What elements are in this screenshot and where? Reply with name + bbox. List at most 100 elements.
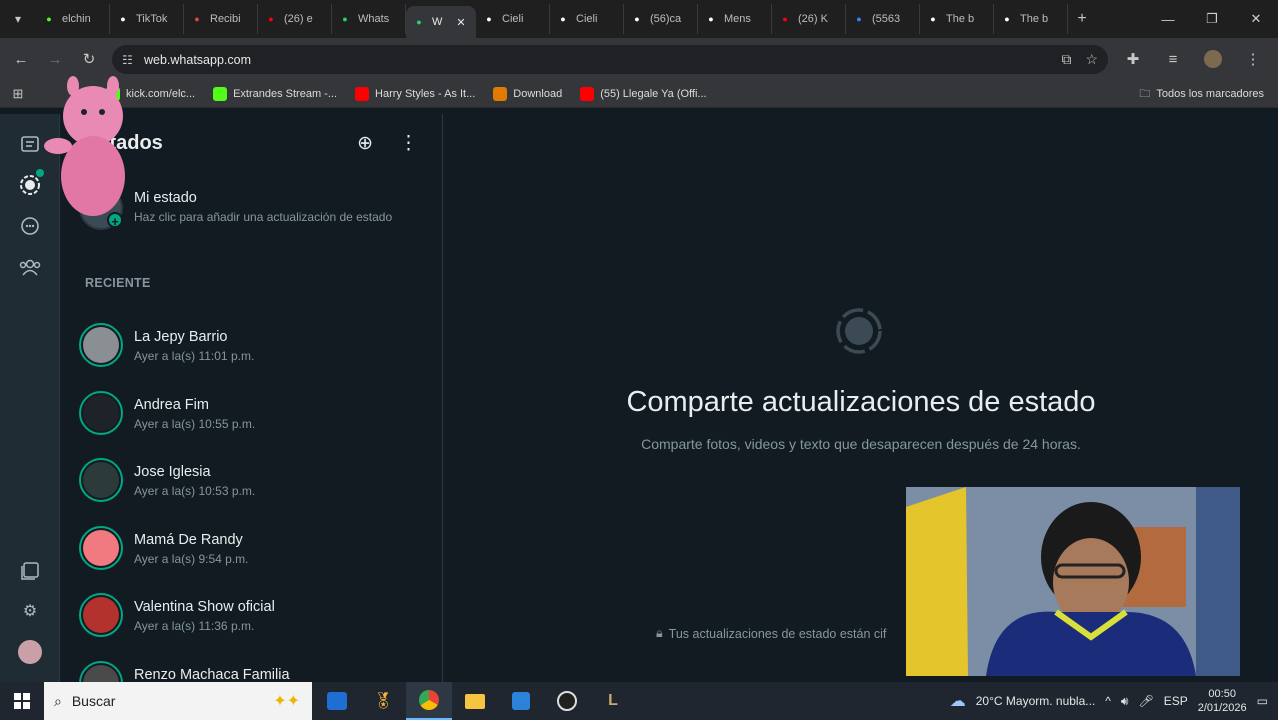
close-window-button[interactable]: ✕: [1234, 0, 1278, 38]
contact-avatar: [79, 525, 123, 570]
tiktok-icon: ●: [486, 14, 492, 24]
contact-avatar: [79, 593, 123, 637]
add-status-icon[interactable]: ⊕: [357, 132, 373, 155]
main-subtitle: Comparte fotos, videos y texto que desap…: [641, 436, 1081, 452]
tab-search-button[interactable]: ▾: [0, 0, 36, 38]
clock[interactable]: 00:50 2/01/2026: [1198, 687, 1247, 715]
extensions-icon[interactable]: ✚: [1116, 42, 1150, 76]
browser-tab[interactable]: ● (26) K: [772, 4, 846, 34]
all-bookmarks-button[interactable]: 🗀 Todos los marcadores: [1139, 80, 1264, 108]
browser-tab[interactable]: ● Recibi: [184, 4, 258, 34]
address-url[interactable]: web.whatsapp.com: [144, 53, 251, 67]
profile-photo[interactable]: [18, 640, 42, 664]
contact-name: Mamá De Randy: [134, 531, 243, 548]
communities-icon[interactable]: [18, 255, 42, 279]
browser-tab-label: (56)ca: [650, 13, 682, 25]
file-explorer-icon[interactable]: [452, 682, 498, 720]
back-button[interactable]: ←: [4, 42, 38, 76]
whatsapp-icon: ●: [342, 14, 348, 24]
encryption-text: Tus actualizaciones de estado están cif: [668, 626, 887, 641]
browser-tab-label: Cieli: [576, 13, 598, 25]
status-contact-row[interactable]: Jose Iglesia Ayer a la(s) 10:53 p.m.: [79, 454, 429, 514]
media-control-icon[interactable]: ≡: [1156, 42, 1190, 76]
chrome-app-icon[interactable]: [406, 682, 452, 720]
browser-tab[interactable]: ● elchin: [36, 4, 110, 34]
browser-tab[interactable]: ● (5563: [846, 4, 920, 34]
browser-tab[interactable]: ● The b: [920, 4, 994, 34]
language-indicator[interactable]: ESP: [1164, 694, 1188, 708]
tiktok-icon: ●: [708, 14, 714, 24]
browser-tab-label: The b: [1020, 13, 1049, 25]
contact-status-time: Ayer a la(s) 11:36 p.m.: [134, 619, 255, 633]
media-gallery-icon[interactable]: [18, 559, 42, 583]
notifications-icon[interactable]: ▭: [1257, 694, 1268, 708]
browser-tab[interactable]: ● W ✕: [406, 6, 476, 38]
contact-name: Renzo Machaca Familia: [134, 666, 290, 683]
browser-tab[interactable]: ● (56)ca: [624, 4, 698, 34]
taskbar-search[interactable]: ⌕ Buscar ✦✦: [44, 682, 312, 720]
browser-tab[interactable]: ● Cieli: [476, 4, 550, 34]
browser-tab[interactable]: ● The b: [994, 4, 1068, 34]
bookmark-item[interactable]: Extrandes Stream -...: [213, 86, 337, 101]
reload-button[interactable]: ↻: [72, 42, 106, 76]
install-app-icon[interactable]: ⧉: [1061, 51, 1071, 68]
outlook-app-icon[interactable]: [314, 682, 360, 720]
tiktok-icon: ●: [560, 14, 566, 24]
close-tab-icon[interactable]: ✕: [456, 16, 465, 29]
contact-status-time: Ayer a la(s) 9:54 p.m.: [134, 551, 249, 566]
youtube-icon: [355, 86, 370, 101]
browser-menu-icon[interactable]: ⋮: [1236, 42, 1270, 76]
bookmark-item[interactable]: (55) Llegale Ya (Offi...: [580, 86, 707, 101]
award-app-icon[interactable]: 🏅︎: [360, 682, 406, 720]
bookmark-star-icon[interactable]: ☆: [1085, 51, 1098, 68]
restore-button[interactable]: ❐: [1190, 0, 1234, 38]
diamond-icon: ●: [930, 14, 936, 24]
webcam-image: [906, 487, 1240, 676]
address-bar[interactable]: ☷ web.whatsapp.com ⧉ ☆: [112, 45, 1108, 74]
start-button[interactable]: [0, 682, 44, 720]
forward-button[interactable]: →: [38, 42, 72, 76]
league-app-icon[interactable]: L: [590, 682, 636, 720]
youtube-icon: ●: [782, 14, 788, 24]
windows-taskbar: ⌕ Buscar ✦✦ 🏅︎ L ☁ 20°C Mayorm. nubla...…: [0, 682, 1278, 720]
settings-gear-icon[interactable]: ⚙: [18, 599, 42, 623]
system-tray: ☁ 20°C Mayorm. nubla... ^ 🔊︎ 🎤︎ ESP 00:5…: [950, 682, 1278, 720]
minimize-button[interactable]: —: [1146, 0, 1190, 38]
tray-chevron-icon[interactable]: ^: [1105, 694, 1111, 708]
microphone-icon[interactable]: 🎤︎: [1138, 694, 1153, 708]
browser-tab[interactable]: ● Whats: [332, 4, 406, 34]
browser-tab-label: W: [432, 16, 443, 28]
browser-tab-label: Whats: [358, 13, 390, 25]
profile-avatar[interactable]: [1196, 42, 1230, 76]
status-contact-row[interactable]: La Jepy Barrio Ayer a la(s) 11:01 p.m.: [79, 319, 429, 379]
main-title: Comparte actualizaciones de estado: [626, 386, 1096, 418]
store-app-icon[interactable]: [498, 682, 544, 720]
browser-tab[interactable]: ● Mens: [698, 4, 772, 34]
bookmark-item[interactable]: Download: [493, 86, 562, 101]
browser-tab-label: (26) K: [798, 13, 828, 25]
browser-tab[interactable]: ● (26) e: [258, 4, 332, 34]
contact-name: La Jepy Barrio: [134, 329, 228, 345]
status-contact-row[interactable]: Mamá De Randy Ayer a la(s) 9:54 p.m.: [79, 522, 429, 582]
kick-icon: [213, 86, 228, 101]
status-contact-row[interactable]: Valentina Show oficial Ayer a la(s) 11:36…: [79, 589, 429, 649]
browser-tab[interactable]: ● Cieli: [550, 4, 624, 34]
browser-tab[interactable]: ● TikTok: [110, 4, 184, 34]
site-info-icon[interactable]: ☷: [122, 53, 144, 67]
bookmark-label: Harry Styles - As It...: [375, 87, 476, 100]
volume-icon[interactable]: 🔊︎: [1121, 694, 1129, 709]
recorder-app-icon[interactable]: [544, 682, 590, 720]
apps-grid-icon[interactable]: ⊞: [0, 86, 36, 102]
contact-status-time: Ayer a la(s) 10:55 p.m.: [134, 416, 256, 431]
status-contact-row[interactable]: Andrea Fim Ayer a la(s) 10:55 p.m.: [79, 387, 429, 447]
windows-logo-icon: [14, 693, 30, 709]
new-tab-button[interactable]: +: [1068, 10, 1096, 28]
weather-text[interactable]: 20°C Mayorm. nubla...: [976, 694, 1096, 708]
tab-list: ● elchin ● TikTok ● Recibi ● (26) e ● Whats ● W ✕ ● Ci…: [36, 0, 1068, 38]
skype-icon: ●: [856, 14, 862, 24]
contact-avatar: [79, 323, 123, 367]
panel-menu-icon[interactable]: ⋮: [399, 132, 418, 155]
window-controls: — ❐ ✕: [1146, 0, 1278, 38]
bookmark-item[interactable]: Harry Styles - As It...: [355, 86, 476, 101]
search-icon: ⌕: [54, 692, 62, 709]
